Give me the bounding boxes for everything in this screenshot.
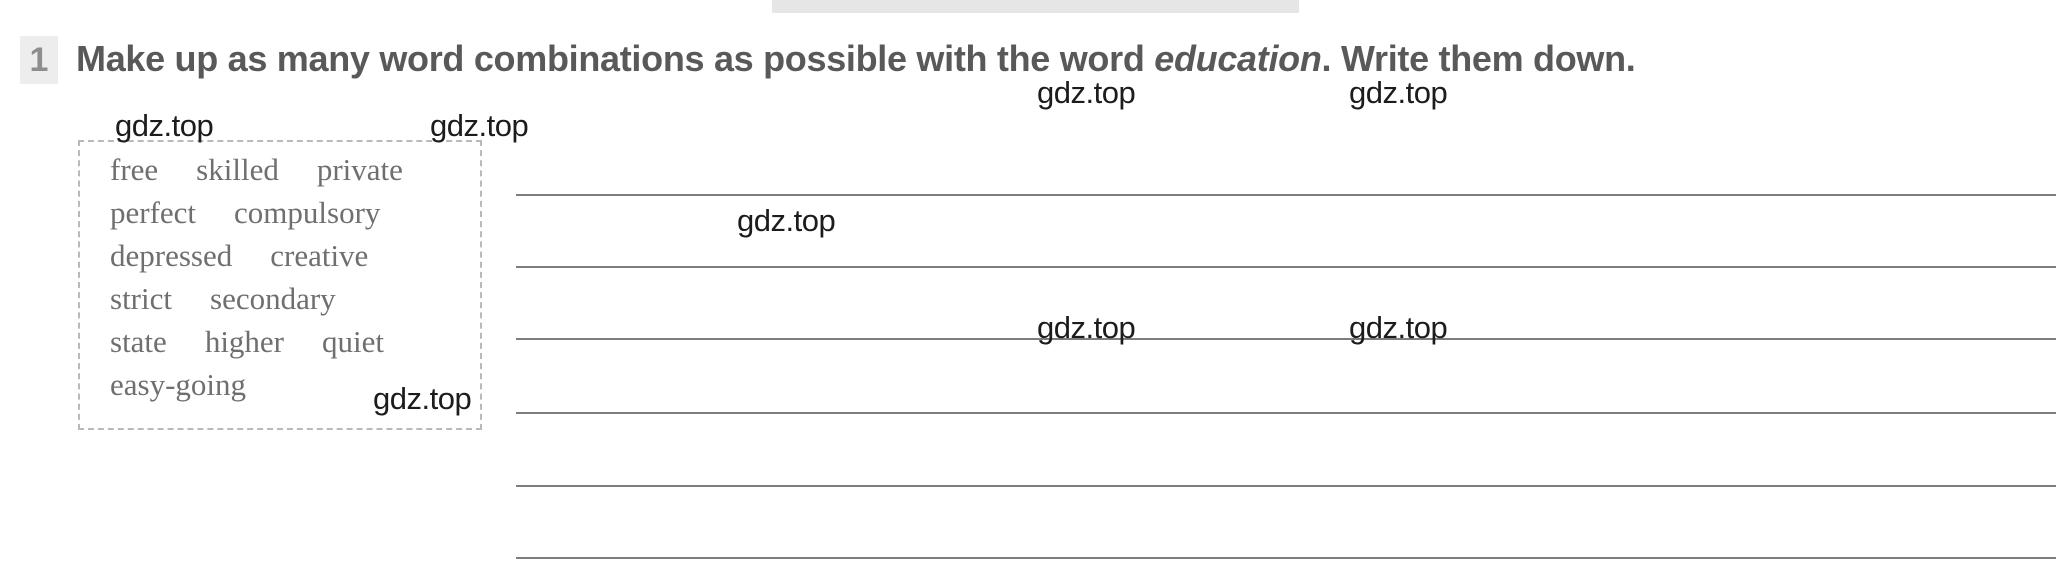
word-chip-strict[interactable]: strict (110, 277, 172, 320)
answer-line-2[interactable] (516, 266, 2056, 268)
word-chip-creative[interactable]: creative (270, 234, 368, 277)
watermark: gdz.top (373, 381, 472, 416)
watermark: gdz.top (430, 108, 529, 143)
word-bank-row: strict secondary (110, 277, 464, 320)
watermark: gdz.top (115, 108, 214, 143)
word-chip-higher[interactable]: higher (205, 320, 284, 363)
word-chip-quiet[interactable]: quiet (322, 320, 384, 363)
word-chip-depressed[interactable]: depressed (110, 234, 232, 277)
answer-line-6[interactable] (516, 557, 2056, 559)
word-chip-private[interactable]: private (317, 148, 403, 191)
word-bank-row: perfect compulsory (110, 191, 464, 234)
watermark: gdz.top (1349, 75, 1448, 110)
heading-text-part-1: Make up as many word combinations as pos… (76, 38, 1155, 79)
watermark: gdz.top (1037, 310, 1136, 345)
word-chip-state[interactable]: state (110, 320, 167, 363)
answer-line-5[interactable] (516, 485, 2056, 487)
word-chip-skilled[interactable]: skilled (196, 148, 279, 191)
word-bank-row: free skilled private (110, 148, 464, 191)
answer-line-1[interactable] (516, 194, 2056, 196)
task-number-badge: 1 (20, 36, 58, 84)
answer-line-4[interactable] (516, 412, 2056, 414)
word-chip-compulsory[interactable]: compulsory (234, 191, 380, 234)
top-gray-bar (772, 0, 1299, 13)
word-chip-free[interactable]: free (110, 148, 158, 191)
word-chip-secondary[interactable]: secondary (210, 277, 336, 320)
word-chip-easy-going[interactable]: easy-going (110, 363, 246, 406)
watermark: gdz.top (1349, 310, 1448, 345)
watermark: gdz.top (1037, 75, 1136, 110)
worksheet-page: 1 Make up as many word combinations as p… (0, 0, 2062, 572)
word-bank-row: state higher quiet (110, 320, 464, 363)
word-bank-row: depressed creative (110, 234, 464, 277)
page-title: Make up as many word combinations as pos… (76, 38, 1976, 80)
heading-emphasis-word: education (1154, 38, 1322, 79)
heading-text-part-2: . Write them down. (1321, 38, 1636, 79)
word-chip-perfect[interactable]: perfect (110, 191, 196, 234)
answer-line-3[interactable] (516, 338, 2056, 340)
watermark: gdz.top (737, 203, 836, 238)
